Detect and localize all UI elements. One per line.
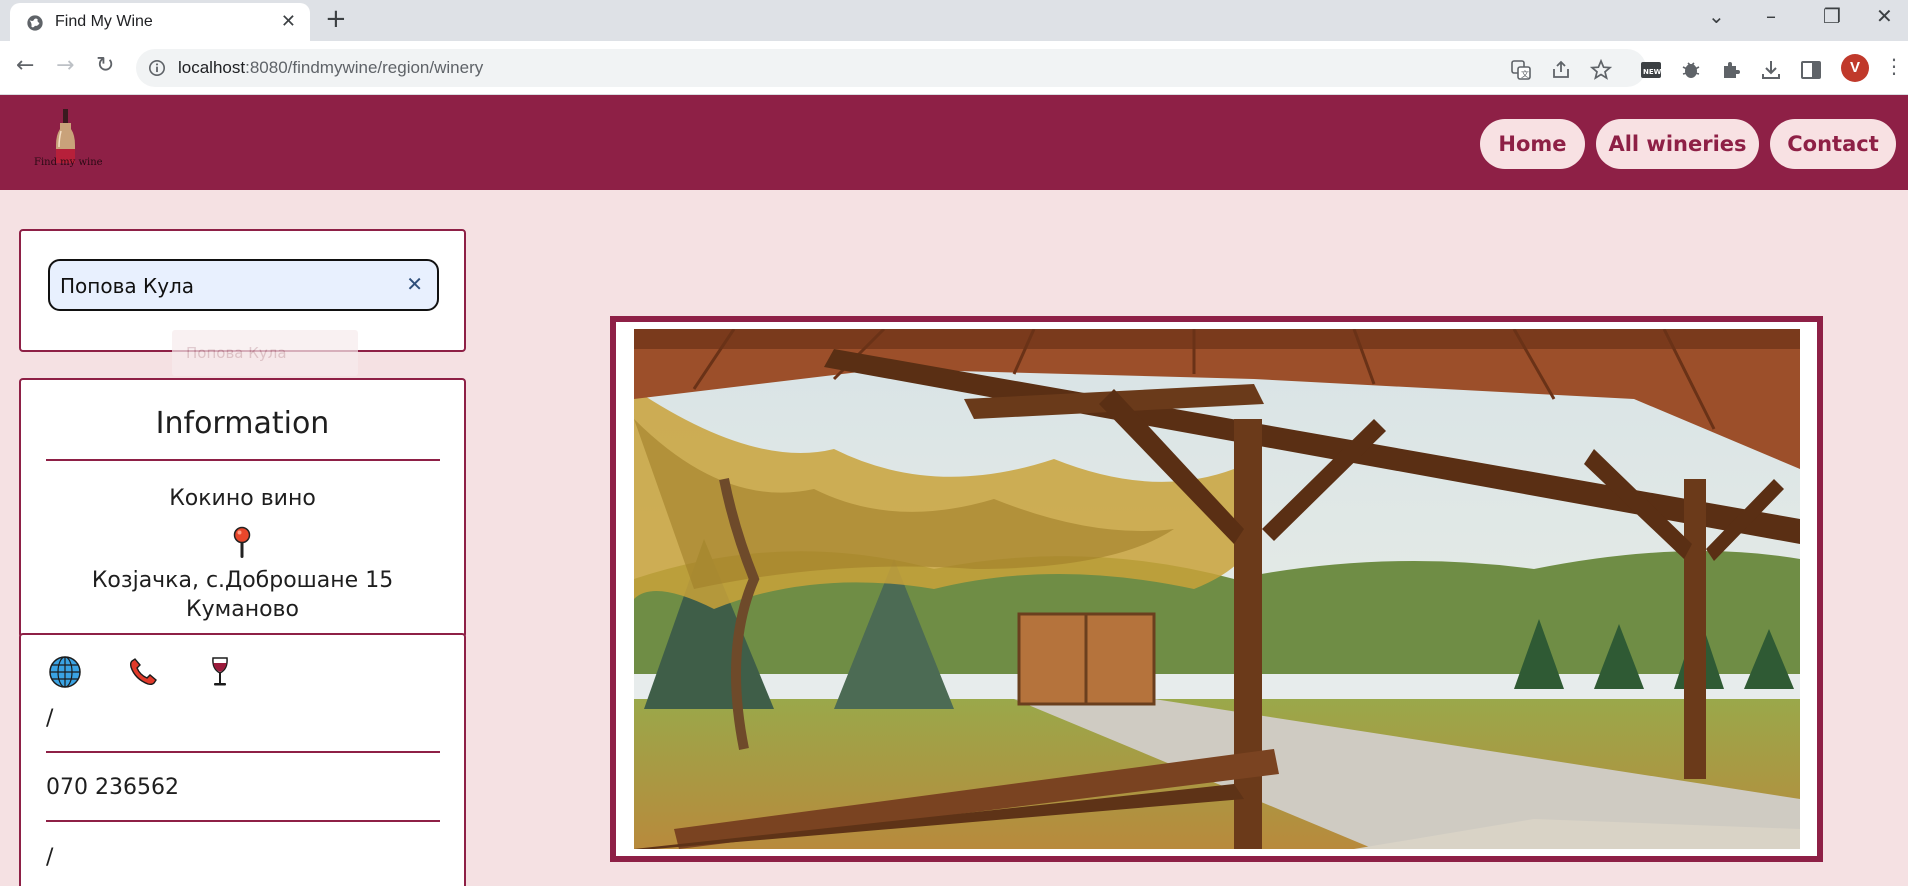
winery-address: Козјачка, с.Доброшане 15 Куманово (21, 566, 464, 624)
url-text[interactable]: localhost:8080/findmywine/region/winery (178, 58, 483, 78)
logo-text: Find my wine (34, 157, 103, 168)
site-header: Find my wine Home All wineries Contact (0, 95, 1908, 190)
browser-menu-icon[interactable]: ⋮ (1884, 54, 1904, 78)
website-globe-icon (49, 656, 81, 688)
nav-contact-button[interactable]: Contact (1770, 119, 1896, 169)
new-tab-icon[interactable]: + (325, 4, 347, 34)
information-heading: Information (155, 406, 330, 441)
nav-home-button[interactable]: Home (1480, 119, 1585, 169)
bookmark-star-icon[interactable] (1590, 59, 1612, 81)
divider (46, 820, 440, 822)
clear-search-icon[interactable]: ✕ (406, 272, 423, 296)
phone-value[interactable]: 070 236562 (46, 775, 179, 800)
address-bar[interactable]: localhost:8080/findmywine/region/winery … (136, 49, 1646, 87)
tab-search-icon[interactable]: ⌄ (1708, 4, 1725, 28)
share-icon[interactable] (1550, 59, 1572, 81)
window-close-icon[interactable]: ✕ (1876, 4, 1893, 28)
reload-icon[interactable]: ↻ (96, 53, 114, 78)
divider (46, 751, 440, 753)
bug-extension-icon[interactable] (1679, 58, 1703, 82)
search-box[interactable]: ✕ (48, 259, 439, 311)
new-extension-icon[interactable]: NEW (1639, 58, 1663, 82)
side-panel-icon[interactable] (1799, 58, 1823, 82)
download-icon[interactable] (1759, 58, 1783, 82)
browser-tab-bar: Find My Wine ✕ + ⌄ – ❐ ✕ (0, 0, 1908, 41)
search-suggestion[interactable]: Попова Кула (172, 330, 358, 376)
location-pin-icon (233, 526, 251, 558)
winery-name: Кокино вино (169, 486, 316, 511)
nav-all-wineries-button[interactable]: All wineries (1596, 119, 1759, 169)
contact-panel: / 070 236562 / (19, 633, 466, 886)
address-street: Козјачка, с.Доброшане 15 (91, 568, 394, 593)
profile-avatar[interactable]: V (1841, 54, 1869, 82)
extensions-puzzle-icon[interactable] (1719, 58, 1743, 82)
site-info-icon[interactable] (148, 59, 166, 77)
globe-icon (27, 15, 43, 31)
back-icon[interactable]: ← (16, 53, 34, 78)
wine-bottle-logo-icon[interactable] (30, 105, 102, 183)
translate-icon[interactable]: 文 (1510, 59, 1532, 81)
wine-value[interactable]: / (46, 845, 53, 870)
website-value[interactable]: / (46, 706, 53, 731)
tab-close-icon[interactable]: ✕ (281, 11, 296, 32)
address-city: Куманово (186, 597, 299, 622)
svg-text:文: 文 (1521, 69, 1529, 79)
restore-icon[interactable]: ❐ (1823, 4, 1841, 28)
winery-photo-frame (610, 316, 1823, 862)
minimize-icon[interactable]: – (1766, 4, 1776, 28)
winery-photo (634, 329, 1800, 849)
browser-tab[interactable]: Find My Wine ✕ (10, 3, 310, 41)
phone-icon (129, 658, 157, 686)
tab-title: Find My Wine (55, 13, 153, 30)
divider (46, 459, 440, 461)
wine-glass-icon (212, 657, 228, 686)
browser-toolbar: ← → ↻ localhost:8080/findmywine/region/w… (0, 41, 1908, 95)
search-input[interactable] (60, 271, 390, 301)
svg-text:NEW: NEW (1643, 68, 1662, 76)
information-panel: Information Кокино вино Козјачка, с.Добр… (19, 378, 466, 638)
forward-icon[interactable]: → (56, 53, 74, 78)
